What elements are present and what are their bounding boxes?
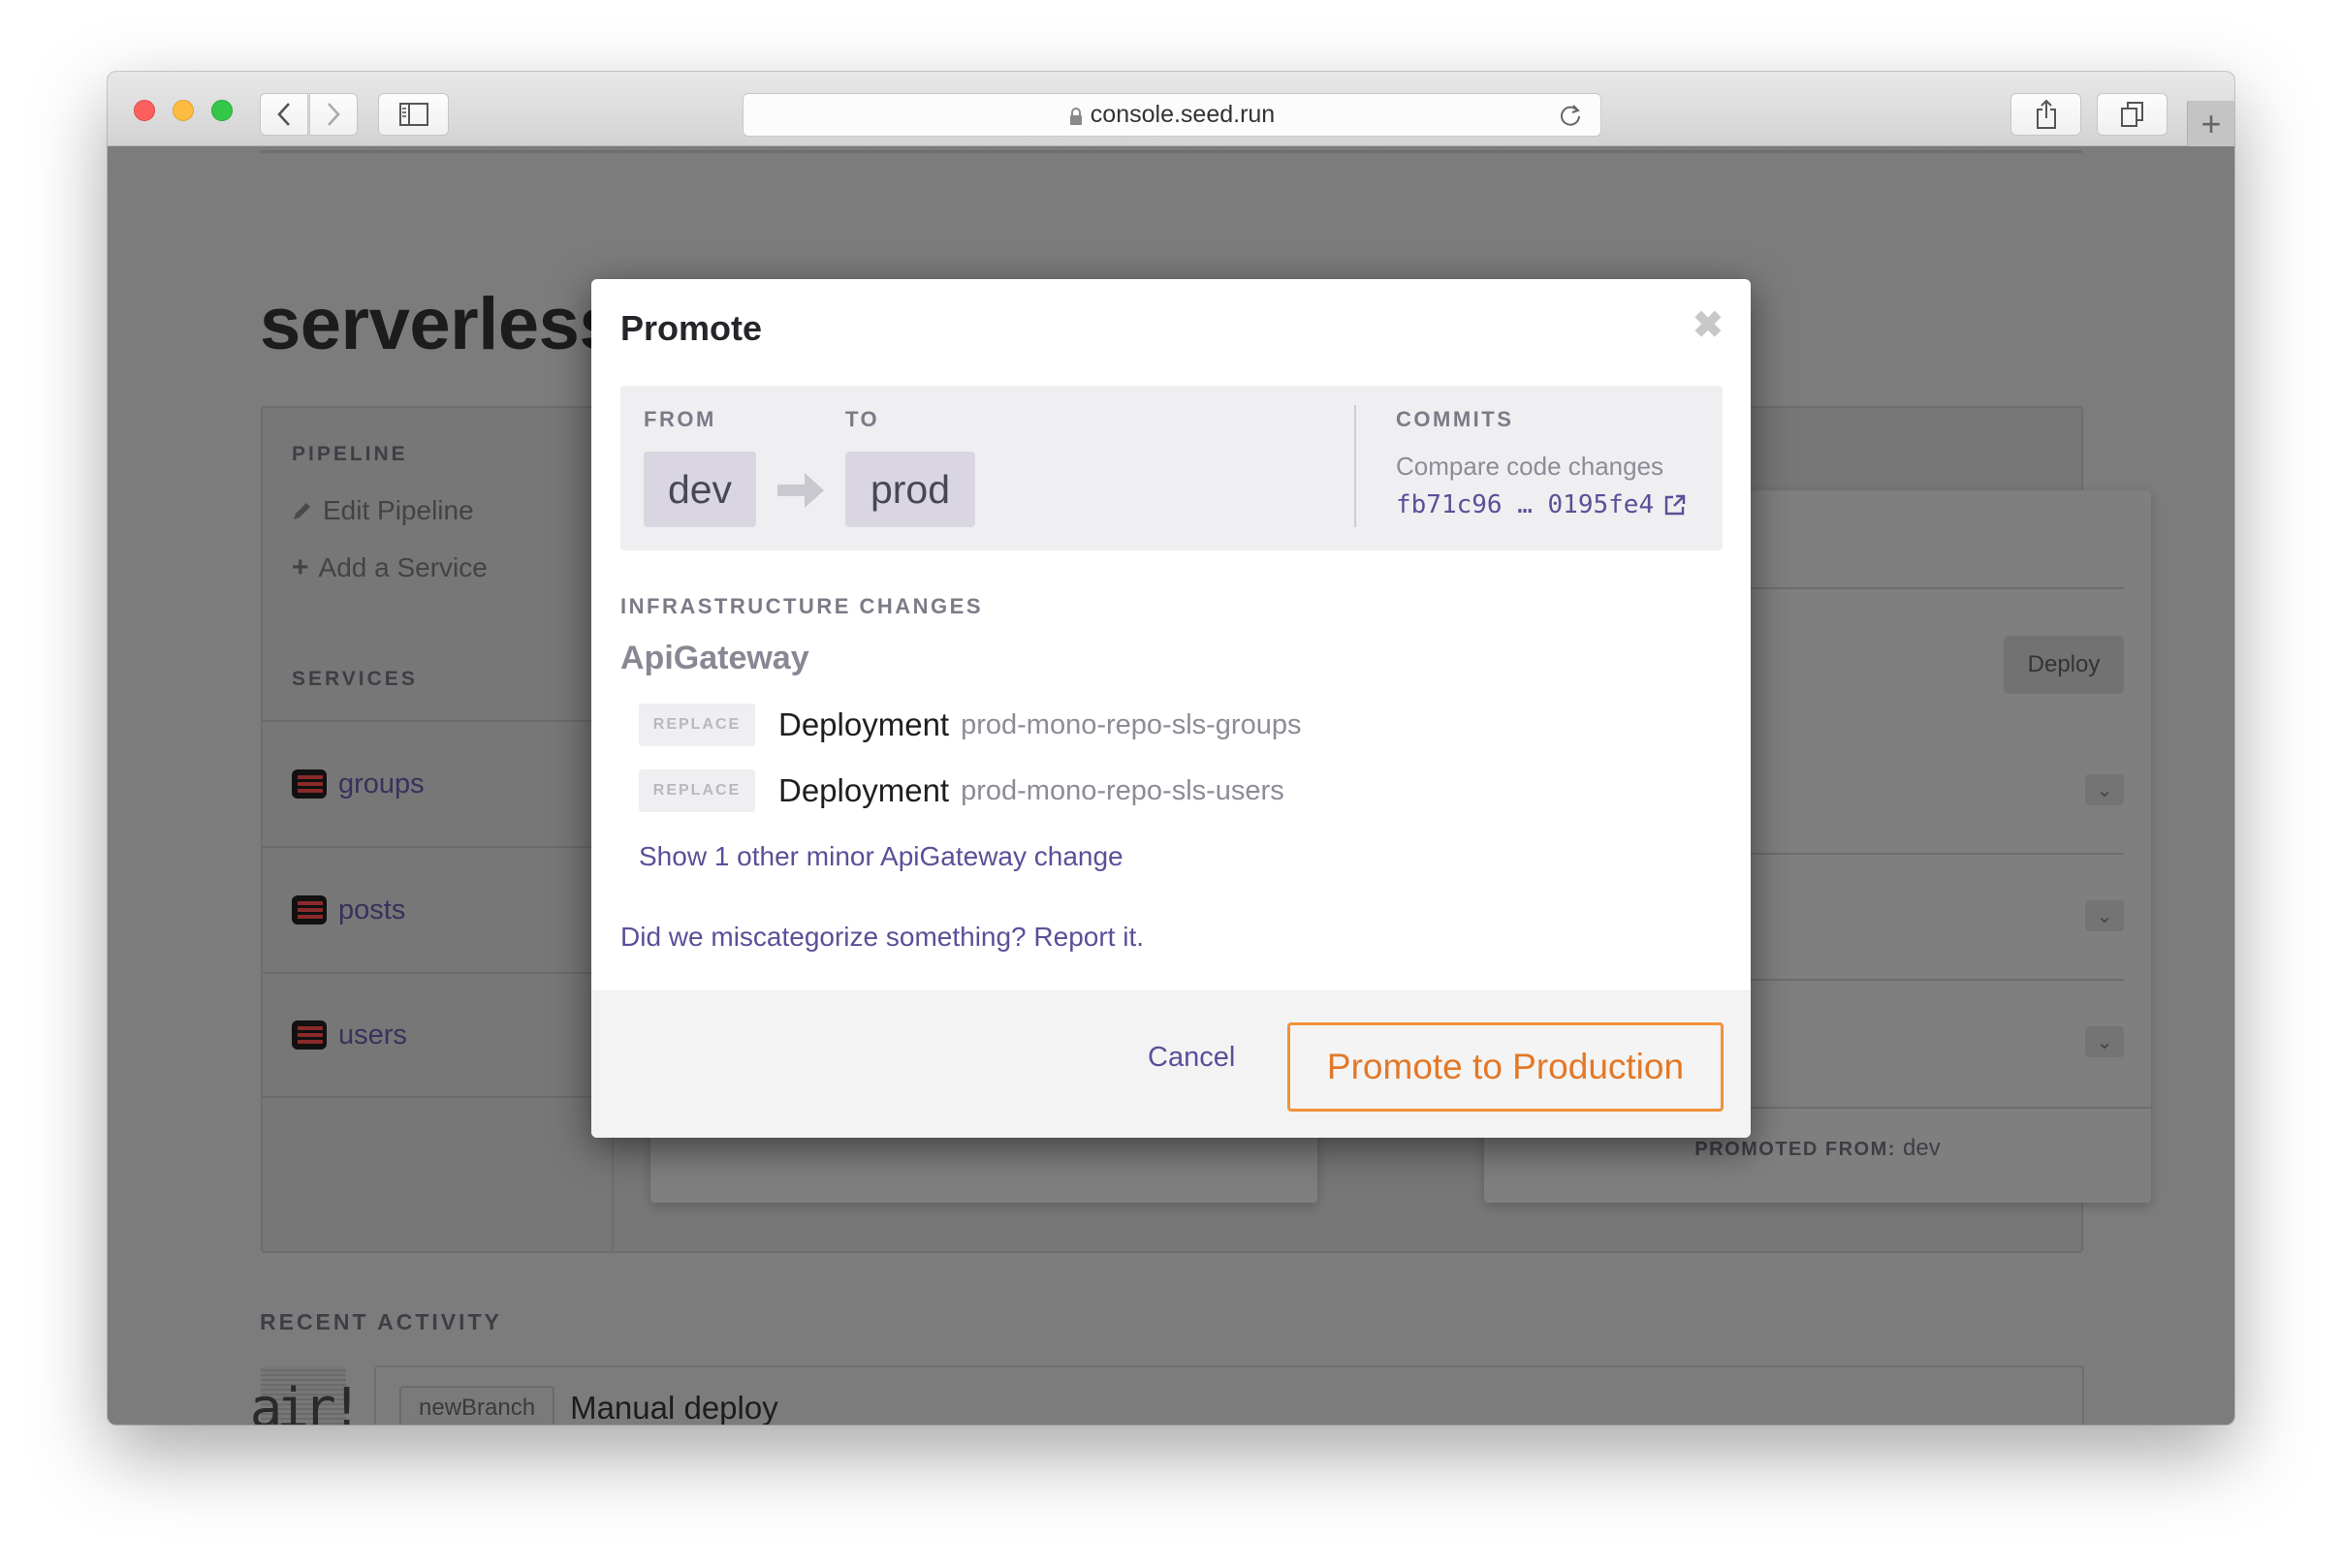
change-row: REPLACE Deployment prod-mono-repo-sls-gr… — [639, 704, 1301, 746]
show-minor-changes-link[interactable]: Show 1 other minor ApiGateway change — [639, 841, 1124, 872]
expand-service-groups[interactable]: ⌄ — [2085, 774, 2124, 805]
promote-to-production-button[interactable]: Promote to Production — [1287, 1022, 1724, 1112]
expand-service-posts[interactable]: ⌄ — [2085, 900, 2124, 931]
commit-range: fb71c96 … 0195fe4 — [1396, 490, 1655, 519]
expand-service-users[interactable]: ⌄ — [2085, 1026, 2124, 1057]
new-tab-button[interactable]: + — [2187, 101, 2234, 146]
activity-title: Manual deploy — [570, 1390, 778, 1425]
resource-type: Deployment — [778, 706, 950, 742]
promotion-summary: FROM TO dev prod COMMITS Compare code ch… — [620, 386, 1723, 550]
minimize-window-button[interactable] — [173, 100, 194, 121]
show-tabs-button[interactable] — [2097, 93, 2168, 136]
zoom-window-button[interactable] — [211, 100, 233, 121]
infrastructure-changes-heading: INFRASTRUCTURE CHANGES — [620, 594, 983, 618]
close-icon[interactable]: ✖ — [1693, 307, 1724, 344]
resource-type: Deployment — [778, 772, 950, 808]
share-button[interactable] — [2010, 93, 2081, 136]
resource-id: prod-mono-repo-sls-groups — [961, 708, 1302, 740]
top-divider — [260, 150, 2082, 153]
modal-title: Promote — [620, 308, 763, 348]
pipeline-sidebar: PIPELINE Edit Pipeline + Add a Service S… — [263, 408, 614, 1251]
to-stage: prod — [845, 452, 975, 527]
commits-label: COMMITS — [1396, 407, 1514, 431]
share-icon — [2036, 99, 2056, 129]
modal-footer: Cancel Promote to Production — [591, 990, 1751, 1138]
promoted-from-value: dev — [1903, 1135, 1941, 1161]
back-button[interactable] — [260, 93, 308, 136]
activity-header: newBranch Manual deploy — [376, 1367, 2082, 1425]
chevron-left-icon — [277, 103, 290, 126]
browser-toolbar: console.seed.run + — [108, 72, 2234, 146]
from-label: FROM — [644, 407, 716, 431]
compare-code-label: Compare code changes — [1396, 452, 1664, 481]
deploy-button[interactable]: Deploy — [2004, 636, 2124, 694]
url-text: console.seed.run — [1090, 101, 1276, 128]
activity-item[interactable]: newBranch Manual deploy — [374, 1365, 2084, 1425]
service-icon — [292, 769, 327, 799]
service-item-users[interactable]: users — [263, 972, 612, 1098]
resource-group-title: ApiGateway — [620, 640, 809, 676]
service-item-groups[interactable]: groups — [263, 720, 612, 846]
external-link-icon — [1664, 494, 1686, 516]
promote-modal: Promote ✖ FROM TO dev prod COMMITS Compa… — [591, 279, 1751, 1138]
tabs-icon — [2120, 102, 2143, 127]
add-service-link[interactable]: + Add a Service — [292, 551, 488, 584]
service-name: groups — [338, 768, 425, 800]
forward-button[interactable] — [309, 93, 358, 136]
report-miscategorization-link[interactable]: Did we miscategorize something? Report i… — [620, 922, 1144, 953]
branch-badge: newBranch — [399, 1386, 555, 1425]
service-icon — [292, 895, 327, 925]
address-bar[interactable]: console.seed.run — [743, 93, 1601, 137]
resource-id: prod-mono-repo-sls-users — [961, 774, 1284, 806]
change-row: REPLACE Deployment prod-mono-repo-sls-us… — [639, 769, 1284, 812]
sidebar-toggle-button[interactable] — [378, 93, 449, 136]
to-label: TO — [845, 407, 880, 431]
from-stage: dev — [644, 452, 756, 527]
promoted-from-label: PROMOTED FROM: — [1694, 1139, 1896, 1160]
recent-activity-heading: RECENT ACTIVITY — [260, 1309, 502, 1334]
cancel-button[interactable]: Cancel — [1148, 1042, 1235, 1074]
replace-badge: REPLACE — [639, 704, 755, 746]
edit-pipeline-label: Edit Pipeline — [323, 495, 474, 525]
service-name: posts — [338, 894, 406, 925]
edit-pipeline-link[interactable]: Edit Pipeline — [292, 495, 474, 526]
close-window-button[interactable] — [134, 100, 155, 121]
commit-range-link[interactable]: fb71c96 … 0195fe4 — [1396, 490, 1687, 519]
arrow-right-icon — [777, 473, 824, 508]
services-heading: SERVICES — [292, 668, 418, 690]
promoted-from: PROMOTED FROM: dev — [1484, 1135, 2151, 1162]
avatar: air! — [250, 1366, 363, 1425]
sidebar-icon — [398, 103, 428, 126]
page-title: serverless — [260, 283, 620, 365]
chevron-right-icon — [328, 103, 340, 126]
reload-icon[interactable] — [1558, 103, 1583, 128]
replace-badge: REPLACE — [639, 769, 755, 812]
service-icon — [292, 1020, 327, 1050]
lock-icon — [1069, 107, 1082, 125]
browser-window: console.seed.run + serverless PIPELINE E… — [108, 72, 2234, 1425]
plus-icon: + — [292, 551, 309, 583]
page-content: serverless PIPELINE Edit Pipeline + Add … — [108, 146, 2234, 1425]
service-name: users — [338, 1019, 407, 1051]
vertical-divider — [1354, 405, 1356, 527]
pencil-icon — [294, 503, 310, 519]
service-item-posts[interactable]: posts — [263, 846, 612, 972]
pipeline-heading: PIPELINE — [292, 443, 408, 465]
add-service-label: Add a Service — [318, 552, 488, 582]
